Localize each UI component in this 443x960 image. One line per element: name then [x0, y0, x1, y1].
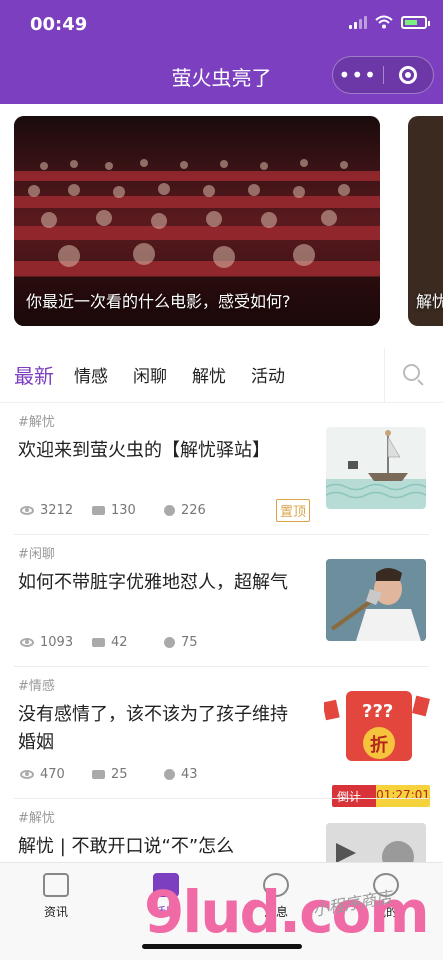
home-indicator: [142, 944, 302, 949]
post-tag: #解忧: [18, 415, 55, 430]
comment-count-icon: [92, 506, 105, 515]
banner-caption-next: 解忧: [416, 292, 443, 311]
status-icons: [349, 15, 430, 29]
status-time: 00:49: [30, 14, 88, 35]
view-count-icon: [20, 770, 34, 779]
tab-latest[interactable]: 最新: [14, 360, 54, 389]
post-stats: 470 25 43: [20, 767, 236, 782]
comment-count: 25: [111, 767, 128, 782]
comment-count-icon: [92, 638, 105, 647]
discount-icon: 折: [370, 735, 388, 756]
post-tag: #闲聊: [18, 547, 55, 562]
post-tag: #情感: [18, 679, 55, 694]
post-thumbnail: [326, 559, 426, 641]
close-ring-icon: [399, 66, 418, 84]
red-envelope-icon: [324, 691, 430, 761]
view-count: 1093: [40, 635, 74, 650]
tabbar-label: 资讯: [43, 905, 68, 919]
banner-slide[interactable]: 你最近一次看的什么电影，感受如何?: [14, 116, 380, 326]
tabbar-news[interactable]: 资讯: [16, 873, 96, 920]
ad-question-text: ???: [362, 701, 394, 722]
comment-count: 130: [111, 503, 136, 518]
signal-icon: [349, 15, 367, 29]
banner-caption: 你最近一次看的什么电影，感受如何?: [26, 292, 291, 311]
search-icon: [403, 364, 425, 386]
post-title: 没有感情了，该不该为了孩子维持婚姻: [18, 704, 288, 753]
post-title: 解忧 | 不敢开口说“不”怎么: [18, 836, 235, 857]
top-bar: 00:49 萤火虫亮了 •••: [0, 0, 443, 104]
tab-relief[interactable]: 解忧: [192, 362, 226, 387]
ship-illustration: [326, 430, 426, 509]
like-count: 75: [181, 635, 198, 650]
post-item[interactable]: #解忧 解忧 | 不敢开口说“不”怎么: [0, 799, 443, 862]
search-button[interactable]: [384, 348, 443, 402]
pinned-badge: 置顶: [276, 499, 311, 522]
like-count: 226: [181, 503, 206, 518]
post-thumbnail: [326, 823, 426, 862]
view-count-icon: [20, 506, 34, 515]
banner-slide-next[interactable]: 解忧: [408, 116, 443, 326]
view-count-icon: [20, 638, 34, 647]
view-count: 3212: [40, 503, 74, 518]
like-count-icon: [164, 505, 175, 516]
post-thumbnail: [326, 427, 426, 509]
like-count: 43: [181, 767, 198, 782]
tab-emotion[interactable]: 情感: [74, 362, 108, 387]
floating-ad[interactable]: ??? 折: [324, 685, 430, 773]
post-item[interactable]: #解忧 欢迎来到萤火虫的【解忧驿站】 3212 130 226 置顶: [0, 403, 443, 535]
post-stats: 1093 42 75: [20, 635, 236, 650]
category-tabs: 最新 情感 闲聊 解忧 活动: [0, 348, 443, 402]
post-title: 欢迎来到萤火虫的【解忧驿站】: [18, 440, 270, 461]
shouting-man-image: [326, 823, 426, 862]
news-icon: [43, 873, 69, 897]
wifi-icon: [375, 15, 393, 29]
post-tag: #解忧: [18, 811, 55, 826]
battery-icon: [401, 15, 430, 29]
view-count: 470: [40, 767, 65, 782]
post-item[interactable]: #闲聊 如何不带脏字优雅地怼人，超解气 1093 42 75: [0, 535, 443, 667]
banner-carousel[interactable]: 你最近一次看的什么电影，感受如何? 解忧: [0, 104, 443, 342]
post-title: 如何不带脏字优雅地怼人，超解气: [18, 572, 288, 593]
tab-chat[interactable]: 闲聊: [133, 362, 167, 387]
post-stats: 3212 130 226: [20, 503, 236, 518]
more-button[interactable]: •••: [333, 63, 383, 87]
mini-program-capsule: •••: [332, 56, 434, 94]
man-with-axe-image: [326, 559, 426, 641]
like-count-icon: [164, 769, 175, 780]
like-count-icon: [164, 637, 175, 648]
close-button[interactable]: [383, 66, 433, 84]
post-item[interactable]: #情感 没有感情了，该不该为了孩子维持婚姻 470 25 43 ??? 折 倒计…: [0, 667, 443, 807]
comment-count-icon: [92, 770, 105, 779]
tab-activity[interactable]: 活动: [251, 362, 285, 387]
comment-count: 42: [111, 635, 128, 650]
